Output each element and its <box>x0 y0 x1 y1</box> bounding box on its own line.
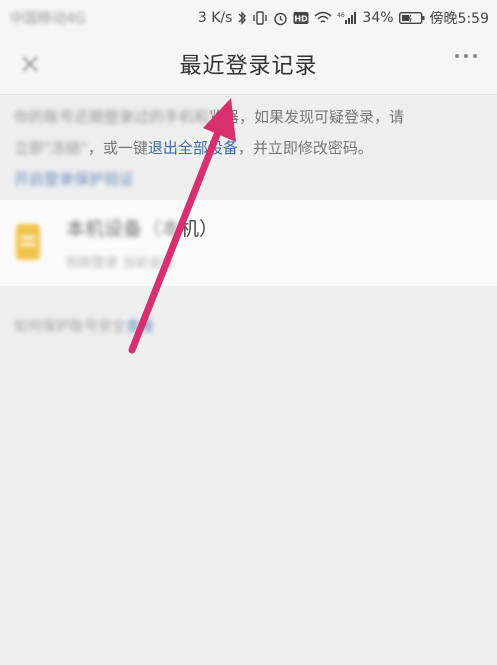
carrier-label: 中国移动4G <box>10 11 86 27</box>
device-name: 本机设备（本机） <box>66 218 219 240</box>
description-line-1: 你的账号近期登录过的手机和览器，如果发现可疑登录，请 <box>14 102 484 133</box>
hint-text: 如何保护账号安全 <box>14 319 126 335</box>
description-text: ，或一键 <box>87 139 148 157</box>
cellular-signal-icon: 46 <box>337 11 357 25</box>
description-blurred-text: 你的账号近期登录过的手机和 <box>14 108 210 126</box>
more-dot <box>464 54 468 58</box>
description-text: ，并立即修改密码。 <box>237 139 373 157</box>
logout-all-devices-link[interactable]: 退出全部设备 <box>148 139 238 157</box>
login-protection-link[interactable]: 开启登录保护 <box>14 170 104 188</box>
more-dot <box>473 54 477 58</box>
status-icons: 3 K/s HD 46 34% 傍晚5:59 <box>198 8 489 28</box>
device-name-suffix: 机） <box>180 218 219 240</box>
description-line-3: 开启登录保护验证 <box>14 164 484 195</box>
page-title: 最近登录记录 <box>179 54 318 79</box>
security-hint: 如何保护账号安全查看 <box>14 316 154 336</box>
nav-header: 最近登录记录 <box>0 34 497 95</box>
verification-link[interactable]: 验证 <box>104 170 134 188</box>
hd-icon: HD <box>293 11 309 25</box>
phone-device-icon <box>14 222 42 262</box>
clock-time: 傍晚5:59 <box>429 11 489 27</box>
signal-label: 46 <box>337 12 345 19</box>
battery-percent: 34% <box>362 10 394 26</box>
alarm-icon <box>273 11 288 26</box>
device-login-time: 刚刚登录 当前设备 <box>66 256 175 271</box>
description-blurred-text: 立即"冻结" <box>14 139 88 157</box>
more-options-button[interactable] <box>455 54 477 58</box>
vibrate-icon <box>252 11 268 25</box>
hint-link[interactable]: 查看 <box>126 319 154 335</box>
device-name-blurred: 本机设备 <box>66 218 143 240</box>
more-dot <box>455 54 459 58</box>
description-line-2: 立即"冻结"，或一键退出全部设备，并立即修改密码。 <box>14 133 484 164</box>
status-bar: 中国移动4G 3 K/s HD 46 34% 傍晚5:59 <box>0 0 497 34</box>
svg-text:HD: HD <box>295 15 309 24</box>
bluetooth-icon <box>237 11 247 25</box>
net-speed: 3 K/s <box>197 10 233 26</box>
device-list-item[interactable]: 本机设备（本机） 刚刚登录 当前设备 <box>0 200 497 286</box>
wifi-icon <box>314 11 332 25</box>
login-description: 你的账号近期登录过的手机和览器，如果发现可疑登录，请 立即"冻结"，或一键退出全… <box>14 102 484 195</box>
description-text: 览器，如果发现可疑登录，请 <box>209 108 405 126</box>
battery-icon <box>398 11 425 25</box>
